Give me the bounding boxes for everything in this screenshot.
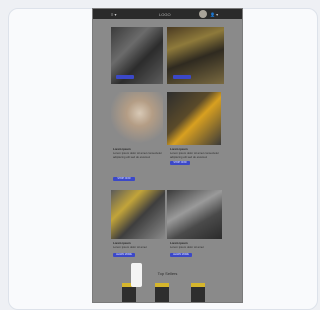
section-3-title: Lorem ipsum <box>113 242 131 245</box>
rating-badge[interactable] <box>131 263 142 287</box>
brake-part-image <box>167 190 222 239</box>
top-navigation-bar: ≡ ▾ LOGO 👤 ▾ <box>93 9 242 19</box>
products-heading: Top Sellers <box>157 271 178 276</box>
oil-filter-tile[interactable] <box>167 92 221 145</box>
brand-logo[interactable]: LOGO <box>159 12 171 17</box>
section-4-button[interactable]: LEARN MORE <box>170 253 192 257</box>
section-2-button[interactable]: SHOP NOW <box>170 161 190 165</box>
menu-icon[interactable]: ≡ ▾ <box>111 12 116 17</box>
hero-right-button[interactable] <box>173 75 191 79</box>
hero-left-button[interactable] <box>116 75 134 79</box>
section-3-line-1: Lorem ipsum dolor sit amet <box>113 246 147 249</box>
section-1-line-1: Lorem ipsum dolor sit amet consectetur <box>113 152 162 155</box>
section-2-line-2: adipiscing elit sed do eiusmod <box>170 156 208 159</box>
account-icon[interactable]: 👤 ▾ <box>210 12 218 17</box>
section-3-button[interactable]: LEARN MORE <box>113 253 135 257</box>
oil-bottle-product-3[interactable] <box>187 279 209 302</box>
section-1-button[interactable]: SHOP NOW <box>113 177 135 181</box>
mobile-page-preview: ≡ ▾ LOGO 👤 ▾ Lorem ipsum Lorem ipsum dol… <box>93 9 242 302</box>
section-2-title: Lorem ipsum <box>170 148 188 151</box>
spark-plug-image <box>111 190 165 239</box>
hero-tile-left[interactable] <box>111 27 163 84</box>
avatar[interactable] <box>199 10 207 18</box>
brake-part-tile[interactable] <box>167 190 222 239</box>
oil-bottle-icon <box>155 283 169 302</box>
oil-filter-image <box>167 92 221 145</box>
section-4-title: Lorem ipsum <box>170 242 188 245</box>
section-4-line-1: Lorem ipsum dolor sit amet <box>170 246 204 249</box>
support-agent-image <box>111 92 163 145</box>
spark-plug-tile[interactable] <box>111 190 165 239</box>
hero-tile-right[interactable] <box>167 27 224 84</box>
oil-bottle-icon <box>191 283 205 302</box>
section-1-title: Lorem ipsum <box>113 148 131 151</box>
section-1-line-2: adipiscing elit sed do eiusmod <box>113 156 151 159</box>
section-2-line-1: Lorem ipsum dolor sit amet consectetur <box>170 152 219 155</box>
support-agent-tile[interactable] <box>111 92 163 145</box>
oil-bottle-product-2[interactable] <box>151 279 173 302</box>
